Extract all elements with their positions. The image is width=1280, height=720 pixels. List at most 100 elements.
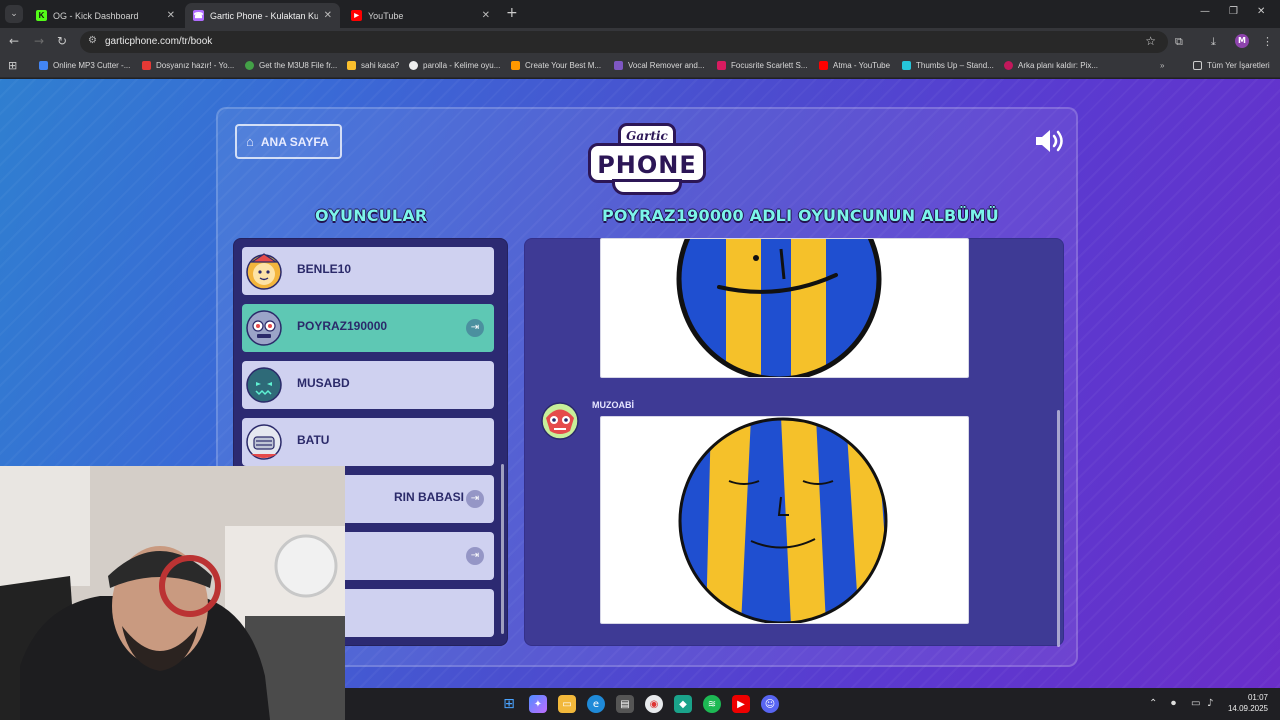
folder-icon xyxy=(1193,61,1202,70)
bookmark-item[interactable]: Online MP3 Cutter -... xyxy=(39,61,130,70)
profile-avatar[interactable]: M xyxy=(1235,34,1249,48)
youtube-app-icon[interactable]: ▶ xyxy=(732,695,750,713)
browser-tab-strip: ⌄ K OG - Kick Dashboard ✕ ☎ Gartic Phone… xyxy=(0,0,1280,28)
chrome-icon[interactable]: ◉ xyxy=(645,695,663,713)
bookmark-label: Arka planı kaldır: Pix... xyxy=(1018,61,1099,70)
bookmark-favicon-icon xyxy=(142,61,151,70)
spotify-icon[interactable]: ≋ xyxy=(703,695,721,713)
tab-search-icon[interactable]: ⌄ xyxy=(5,5,23,23)
kick-player-icon[interactable]: ⇥ xyxy=(466,319,484,337)
bookmark-label: Online MP3 Cutter -... xyxy=(53,61,131,70)
bookmark-label: Atma - YouTube xyxy=(833,61,891,70)
bookmark-favicon-icon xyxy=(511,61,520,70)
bookmark-item[interactable]: Atma - YouTube xyxy=(819,61,890,70)
forward-arrow-icon[interactable]: → xyxy=(34,34,44,48)
download-icon[interactable]: ⤓ xyxy=(1211,35,1216,49)
album-scrollbar[interactable] xyxy=(1057,410,1060,647)
webcam-feed-image xyxy=(0,466,345,720)
store-icon[interactable]: ▤ xyxy=(616,695,634,713)
bookmark-star-icon[interactable]: ☆ xyxy=(1145,34,1156,48)
site-info-icon[interactable]: ⚙ xyxy=(88,35,97,46)
copilot-icon[interactable]: ✦ xyxy=(529,695,547,713)
players-heading: OYUNCULAR xyxy=(315,206,428,225)
bookmark-item[interactable]: Get the M3U8 File fr... xyxy=(245,61,337,70)
tab-youtube[interactable]: ▶ YouTube ✕ xyxy=(343,3,498,28)
drawing-canvas xyxy=(676,239,882,377)
gartic-favicon-icon: ☎ xyxy=(193,10,204,21)
drawing-canvas xyxy=(678,417,888,623)
bookmark-favicon-icon xyxy=(39,61,48,70)
windows-start-icon[interactable]: ⊞ xyxy=(500,695,518,713)
edge-browser-icon[interactable]: e xyxy=(587,695,605,713)
player-card[interactable]: BENLE10 xyxy=(242,247,494,295)
minimize-icon[interactable]: — xyxy=(1200,6,1210,17)
bookmark-label: Focusrite Scarlett S... xyxy=(731,61,808,70)
new-tab-plus-icon[interactable]: + xyxy=(506,5,518,21)
browser-toolbar: ← → ↻ ⚙ garticphone.com/tr/book ☆ ⧉ ⤓ M … xyxy=(0,28,1280,56)
apps-grid-icon[interactable]: ⊞ xyxy=(8,59,17,72)
bookmark-item[interactable]: Focusrite Scarlett S... xyxy=(717,61,807,70)
bookmark-item[interactable]: sahi kaca? xyxy=(347,61,399,70)
bookmark-favicon-icon xyxy=(902,61,911,70)
reload-icon[interactable]: ↻ xyxy=(57,34,67,48)
logo-top-text: Gartic xyxy=(626,129,668,143)
youtube-favicon-icon: ▶ xyxy=(351,10,362,21)
bookmark-label: Tüm Yer İşaretleri xyxy=(1207,61,1270,70)
kick-player-icon[interactable]: ⇥ xyxy=(466,547,484,565)
logo-main-text: PHONE xyxy=(597,151,697,179)
bookmark-item[interactable]: Vocal Remover and... xyxy=(614,61,704,70)
bookmark-label: Create Your Best M... xyxy=(525,61,602,70)
bookmark-item[interactable]: Thumbs Up – Stand... xyxy=(902,61,994,70)
bookmark-label: Vocal Remover and... xyxy=(628,61,705,70)
tab-title: Gartic Phone - Kulaktan Kulağa xyxy=(210,10,318,21)
bookmark-favicon-icon xyxy=(409,61,418,70)
app-green-icon[interactable]: ◆ xyxy=(674,695,692,713)
close-icon[interactable]: ✕ xyxy=(324,10,332,21)
window-close-icon[interactable]: ✕ xyxy=(1257,6,1265,17)
bookmark-item[interactable]: Arka planı kaldır: Pix... xyxy=(1004,61,1098,70)
bookmarks-overflow-chevron-icon[interactable]: » xyxy=(1160,61,1164,70)
bookmark-item[interactable]: Create Your Best M... xyxy=(511,61,601,70)
file-explorer-icon[interactable]: ▭ xyxy=(558,695,576,713)
back-arrow-icon[interactable]: ← xyxy=(9,34,19,48)
album-drawing-previous xyxy=(600,238,969,378)
clock-date: 14.09.2025 xyxy=(1227,704,1268,713)
album-drawing xyxy=(600,416,969,624)
player-card[interactable]: BATU xyxy=(242,418,494,466)
restore-icon[interactable]: ❐ xyxy=(1229,6,1238,17)
close-icon[interactable]: ✕ xyxy=(167,10,175,21)
bookmark-item[interactable]: parolla - Kelime oyu... xyxy=(409,61,500,70)
volume-icon[interactable]: ♪ xyxy=(1207,698,1213,709)
player-name: BATU xyxy=(297,433,330,447)
logo-main: PHONE xyxy=(588,143,706,183)
discord-icon[interactable]: ☺ xyxy=(761,695,779,713)
player-card-selected[interactable]: POYRAZ190000 ⇥ xyxy=(242,304,494,352)
tray-overflow-chevron-icon[interactable]: ⌃ xyxy=(1149,698,1157,709)
close-icon[interactable]: ✕ xyxy=(482,10,490,21)
album-author-name: MUZOABİ xyxy=(592,400,634,410)
all-bookmarks-folder[interactable]: Tüm Yer İşaretleri xyxy=(1193,61,1270,70)
windows-taskbar: ⊞ ✦ ▭ e ▤ ◉ ◆ ≋ ▶ ☺ ⌃ ⏺ ▭ ♪ xyxy=(345,688,1280,720)
tab-kick-dashboard[interactable]: K OG - Kick Dashboard ✕ xyxy=(28,3,183,28)
home-button[interactable]: ⌂ ANA SAYFA xyxy=(235,124,342,159)
microphone-icon[interactable]: ⏺ xyxy=(1171,698,1176,709)
menu-kebab-icon[interactable]: ⋮ xyxy=(1262,35,1273,48)
speaker-icon[interactable] xyxy=(1033,127,1067,155)
network-icon[interactable]: ▭ xyxy=(1191,698,1200,709)
kick-player-icon[interactable]: ⇥ xyxy=(466,490,484,508)
extensions-icon[interactable]: ⧉ xyxy=(1175,35,1183,49)
system-clock[interactable]: 01:07 14.09.2025 xyxy=(1214,692,1268,714)
home-button-label: ANA SAYFA xyxy=(260,134,329,149)
robot-avatar-icon xyxy=(246,310,282,346)
player-name: BENLE10 xyxy=(297,262,352,276)
player-card[interactable]: MUSABD xyxy=(242,361,494,409)
bookmark-item[interactable]: Dosyanız hazır! - Yo... xyxy=(142,61,234,70)
players-scrollbar[interactable] xyxy=(501,464,504,634)
bookmark-favicon-icon xyxy=(245,61,254,70)
address-bar[interactable]: ⚙ garticphone.com/tr/book ☆ xyxy=(80,31,1168,53)
home-icon: ⌂ xyxy=(246,134,254,149)
url-text: garticphone.com/tr/book xyxy=(105,36,213,47)
tab-gartic-phone[interactable]: ☎ Gartic Phone - Kulaktan Kulağa ✕ xyxy=(185,3,340,28)
player-name: POYRAZ190000 xyxy=(297,319,388,333)
logo-base xyxy=(612,179,682,195)
